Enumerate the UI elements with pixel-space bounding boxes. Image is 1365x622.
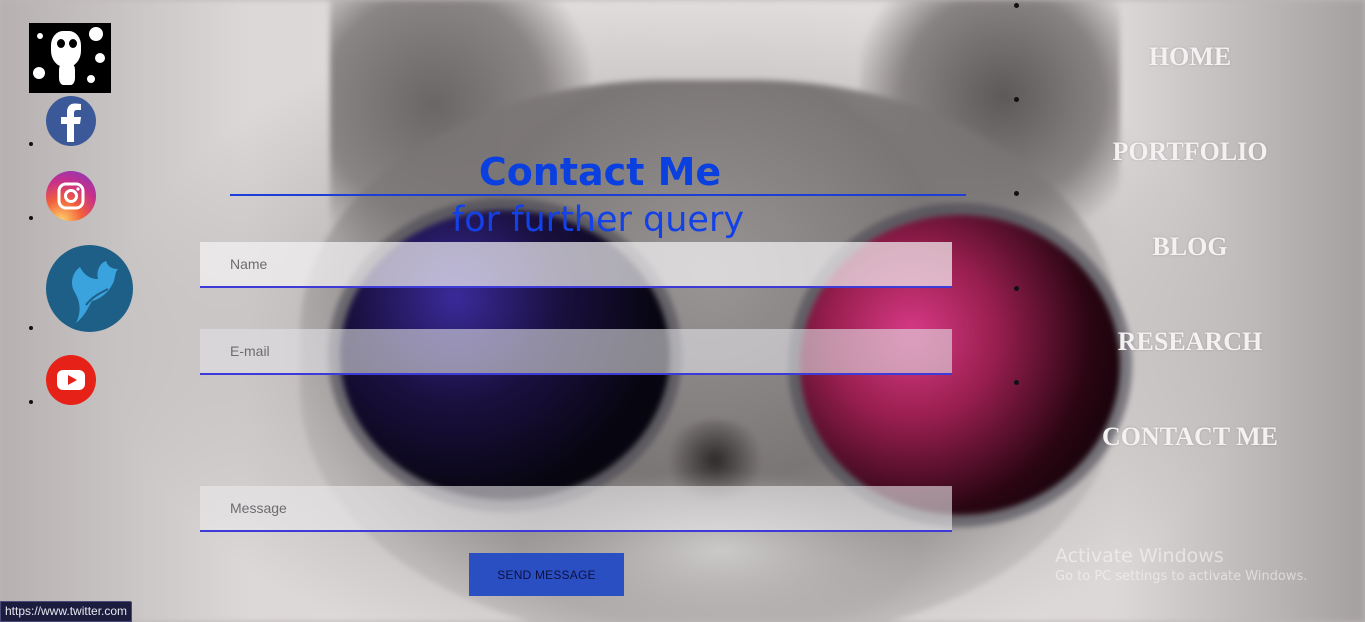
page-subtitle: for further query [451, 200, 745, 240]
list-bullet [29, 216, 33, 220]
facebook-icon [46, 96, 96, 146]
list-bullet [29, 142, 33, 146]
nav-item-research[interactable]: RESEARCH [1010, 327, 1365, 357]
twitter-bird-icon [46, 245, 133, 332]
facebook-link[interactable] [46, 96, 96, 146]
youtube-link[interactable] [46, 355, 96, 405]
instagram-icon [46, 171, 96, 221]
youtube-icon [46, 355, 96, 405]
list-bullet [1014, 286, 1019, 291]
activation-watermark: Activate Windows Go to PC settings to ac… [1055, 545, 1307, 587]
instagram-link[interactable] [46, 171, 96, 221]
nav-item-home[interactable]: HOME [1010, 42, 1365, 72]
nav-item-contact-me[interactable]: CONTACT ME [1010, 422, 1365, 452]
email-input[interactable] [200, 329, 952, 375]
list-bullet [1014, 380, 1019, 385]
list-bullet [29, 326, 33, 330]
page-title: Contact Me [478, 150, 722, 194]
status-bar-url: https://www.twitter.com [0, 601, 133, 622]
list-bullet [1014, 97, 1019, 102]
nav-item-portfolio[interactable]: PORTFOLIO [1010, 137, 1365, 167]
twitter-link[interactable] [46, 245, 133, 332]
list-bullet [29, 400, 33, 404]
watermark-title: Activate Windows [1055, 545, 1224, 567]
heading-divider [230, 194, 966, 196]
main-nav: HOME PORTFOLIO BLOG RESEARCH CONTACT ME [1010, 0, 1365, 470]
site-logo[interactable] [29, 23, 111, 93]
list-bullet [1014, 3, 1019, 8]
send-message-button[interactable]: SEND MESSAGE [469, 553, 624, 596]
message-input[interactable] [200, 486, 952, 532]
nav-item-blog[interactable]: BLOG [1010, 232, 1365, 262]
name-input[interactable] [200, 242, 952, 288]
list-bullet [1014, 191, 1019, 196]
watermark-subtitle: Go to PC settings to activate Windows. [1055, 569, 1308, 584]
